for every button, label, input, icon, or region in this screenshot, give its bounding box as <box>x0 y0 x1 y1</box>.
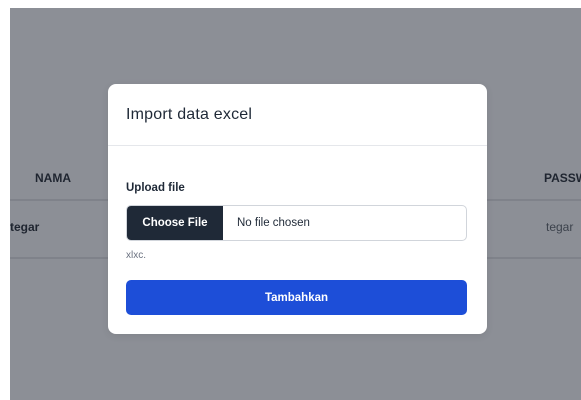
file-format-hint: xlxc. <box>126 250 146 261</box>
file-input[interactable]: Choose File No file chosen <box>126 205 467 241</box>
modal-header: Import data excel <box>108 84 487 146</box>
table-header-nama: NAMA <box>35 171 71 185</box>
tambahkan-button[interactable]: Tambahkan <box>126 280 467 315</box>
choose-file-button[interactable]: Choose File <box>127 206 223 240</box>
table-header-password: PASSW <box>544 171 581 185</box>
import-excel-modal: Import data excel Upload file Choose Fil… <box>108 84 487 334</box>
table-cell-nama: tegar <box>10 220 40 234</box>
modal-title: Import data excel <box>126 105 253 123</box>
upload-file-label: Upload file <box>126 182 185 194</box>
file-status-text: No file chosen <box>237 217 310 229</box>
table-cell-password: tegar <box>546 220 574 234</box>
